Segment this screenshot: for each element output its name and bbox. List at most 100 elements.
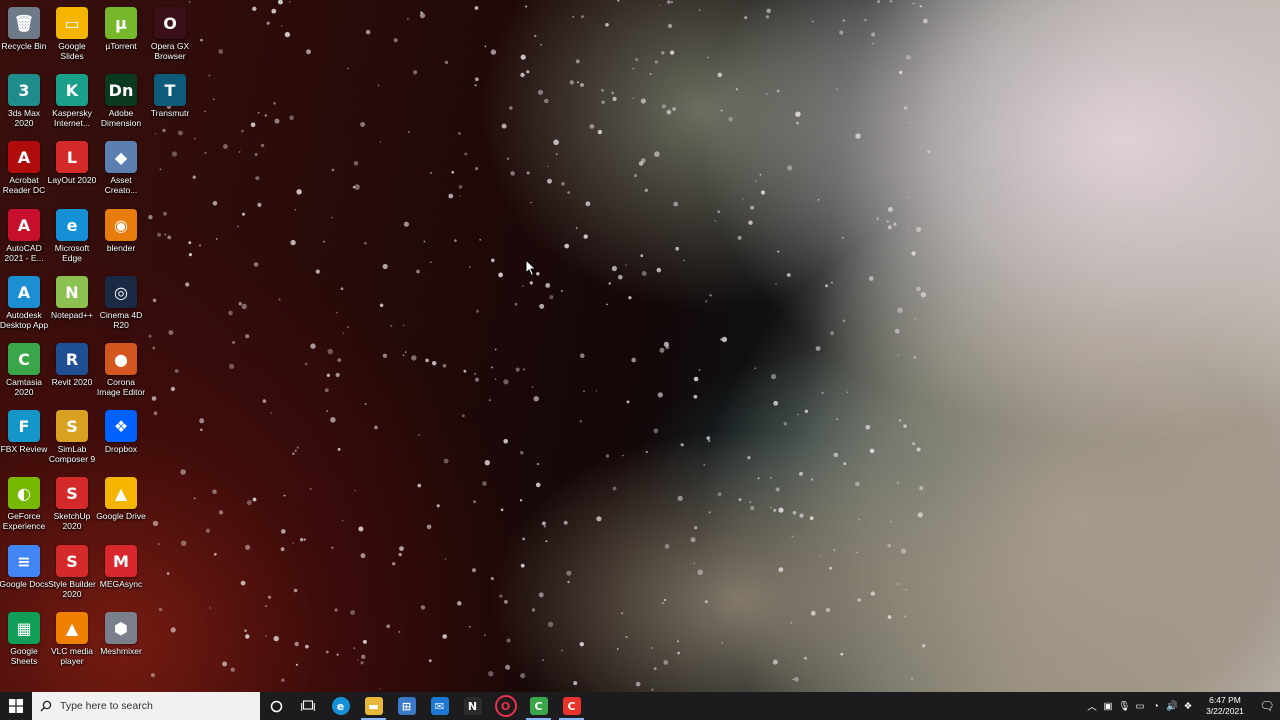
notification-center-icon[interactable]: 🗨	[1254, 699, 1280, 713]
desktop-icon-google-drive[interactable]: ▲ Google Drive	[96, 473, 146, 540]
taskbar-app-camtasia[interactable]: C	[522, 692, 555, 720]
wallpaper-speck	[218, 510, 224, 515]
wallpaper-speck	[772, 659, 778, 665]
desktop-icon-dropbox[interactable]: ❖ Dropbox	[97, 406, 145, 473]
desktop-icon-transmutr[interactable]: T Transmutr	[146, 70, 194, 137]
taskbar-app-file-explorer[interactable]: ▬	[357, 692, 390, 720]
wallpaper-speck	[633, 174, 638, 178]
wallpaper-speck	[906, 54, 911, 60]
dropbox-icon: ❖	[105, 410, 137, 442]
desktop-icon-opera-gx[interactable]: O Opera GX Browser	[146, 3, 194, 70]
wallpaper-speck	[580, 353, 585, 359]
wallpaper-speck	[464, 152, 468, 156]
microphone-icon[interactable]: 🎙	[1116, 701, 1132, 712]
taskbar-app-app-n[interactable]: N	[456, 692, 489, 720]
desktop-icon-revit[interactable]: R Revit 2020	[48, 339, 96, 406]
wallpaper-speck	[213, 552, 217, 556]
desktop-icon-megasync[interactable]: M MEGAsync	[97, 541, 145, 608]
desktop-icon-blender[interactable]: ◉ blender	[97, 205, 145, 272]
desktop-icon-edge[interactable]: e Microsoft Edge	[48, 205, 96, 272]
blender-icon: ◉	[105, 209, 137, 241]
opera-gx-icon: O	[154, 7, 186, 39]
desktop-icon-cinema-4d[interactable]: ◎ Cinema 4D R20	[97, 272, 145, 339]
task-view-button[interactable]	[292, 692, 324, 720]
wallpaper-speck	[843, 462, 847, 466]
desktop-icon-vlc[interactable]: ▲ VLC media player	[48, 608, 96, 675]
camtasia-tray-icon[interactable]: ▣	[1100, 701, 1116, 712]
wallpaper-speck	[649, 73, 652, 75]
wallpaper-speck	[253, 262, 259, 267]
taskbar-clock[interactable]: 6:47 PM 3/22/2021	[1196, 695, 1254, 717]
wallpaper-speck	[296, 189, 302, 195]
wallpaper-speck	[193, 497, 196, 500]
wallpaper-speck	[641, 158, 646, 163]
wallpaper-speck	[659, 347, 665, 353]
desktop-icon-autodesk-app[interactable]: A Autodesk Desktop App	[0, 272, 48, 339]
desktop-icon-label: Corona Image Editor	[96, 377, 146, 397]
desktop-icon-corona-editor[interactable]: ● Corona Image Editor	[97, 339, 145, 406]
battery-icon[interactable]: ▭	[1132, 701, 1148, 712]
utorrent-icon: µ	[105, 7, 137, 39]
desktop-icon-notepad-plus-plus[interactable]: N Notepad++	[48, 272, 96, 339]
desktop-icon-style-builder[interactable]: S Style Builder 2020	[48, 541, 96, 608]
wallpaper-speck	[659, 4, 662, 6]
desktop-icon-3ds-max[interactable]: 3 3ds Max 2020	[0, 70, 48, 137]
desktop-icon-recycle-bin[interactable]: 🗑 Recycle Bin	[0, 3, 48, 70]
wallpaper-speck	[255, 176, 260, 181]
wallpaper-speck	[770, 477, 772, 479]
taskbar-app-mail[interactable]: ✉	[423, 692, 456, 720]
start-button[interactable]	[0, 692, 32, 720]
wallpaper-speck	[407, 131, 410, 133]
geforce-icon: ◐	[8, 477, 40, 509]
fbx-review-icon: F	[8, 410, 40, 442]
desktop-icon-geforce[interactable]: ◐ GeForce Experience	[0, 473, 48, 540]
desktop-icon-sketchup[interactable]: S SketchUp 2020	[48, 473, 96, 540]
chevron-up-icon[interactable]: ︿	[1084, 699, 1100, 713]
wallpaper-speck	[663, 660, 669, 665]
wallpaper-speck	[810, 610, 816, 616]
wallpaper-speck	[893, 222, 897, 226]
taskbar-app-microsoft-store[interactable]: ⊞	[390, 692, 423, 720]
cortana-button[interactable]	[260, 692, 292, 720]
wallpaper-speck	[330, 417, 336, 423]
desktop-icon-asset-creator[interactable]: ◆ Asset Creato...	[97, 137, 145, 204]
wallpaper-speck	[842, 19, 845, 22]
wallpaper-speck	[564, 243, 570, 249]
google-sheets-icon: ▦	[8, 612, 40, 644]
wallpaper-speck	[442, 634, 448, 639]
taskbar-app-opera-gx[interactable]: O	[489, 692, 522, 720]
wallpaper-speck	[499, 594, 503, 598]
wallpaper-speck	[404, 351, 407, 353]
desktop-icon-fbx-review[interactable]: F FBX Review	[0, 406, 48, 473]
network-icon[interactable]: ◔	[1148, 701, 1164, 712]
taskbar-search-box[interactable]: Type here to search	[32, 692, 260, 720]
wallpaper-speck	[281, 678, 285, 682]
desktop-icon-meshmixer[interactable]: ⬢ Meshmixer	[97, 608, 145, 675]
wallpaper-speck	[683, 259, 685, 262]
wallpaper-speck	[520, 451, 524, 455]
desktop-icon-google-slides[interactable]: ▭ Google Slides	[48, 3, 96, 70]
wallpaper-speck	[522, 285, 524, 287]
taskbar-app-edge[interactable]: e	[324, 692, 357, 720]
wallpaper-speck	[742, 198, 744, 200]
desktop-icon-adobe-dimension[interactable]: Dn Adobe Dimension	[97, 70, 145, 137]
wallpaper-speck	[331, 168, 335, 172]
desktop-icon-google-docs[interactable]: ≡ Google Docs	[0, 541, 49, 608]
desktop-icon-autocad[interactable]: A AutoCAD 2021 - E...	[0, 205, 48, 272]
desktop-icon-layout[interactable]: L LayOut 2020	[48, 137, 96, 204]
desktop-icon-google-sheets[interactable]: ▦ Google Sheets	[0, 608, 48, 675]
taskbar-app-camtasia-recorder[interactable]: C	[555, 692, 588, 720]
wallpaper-speck	[538, 592, 544, 598]
dropbox-tray-icon[interactable]: ❖	[1180, 701, 1196, 712]
asset-creator-icon: ◆	[105, 141, 137, 173]
wallpaper-speck	[545, 540, 548, 543]
wallpaper-speck	[794, 677, 799, 682]
desktop-icon-camtasia[interactable]: C Camtasia 2020	[0, 339, 48, 406]
wallpaper-speck	[625, 264, 627, 266]
wallpaper-speck	[430, 261, 432, 263]
volume-icon[interactable]: 🔊	[1164, 701, 1180, 712]
desktop-icon-utorrent[interactable]: µ µTorrent	[97, 3, 145, 70]
desktop-icon-simlab-composer[interactable]: S SimLab Composer 9	[48, 406, 96, 473]
desktop-icon-kaspersky[interactable]: K Kaspersky Internet...	[48, 70, 96, 137]
desktop-icon-acrobat-reader[interactable]: A Acrobat Reader DC	[0, 137, 48, 204]
